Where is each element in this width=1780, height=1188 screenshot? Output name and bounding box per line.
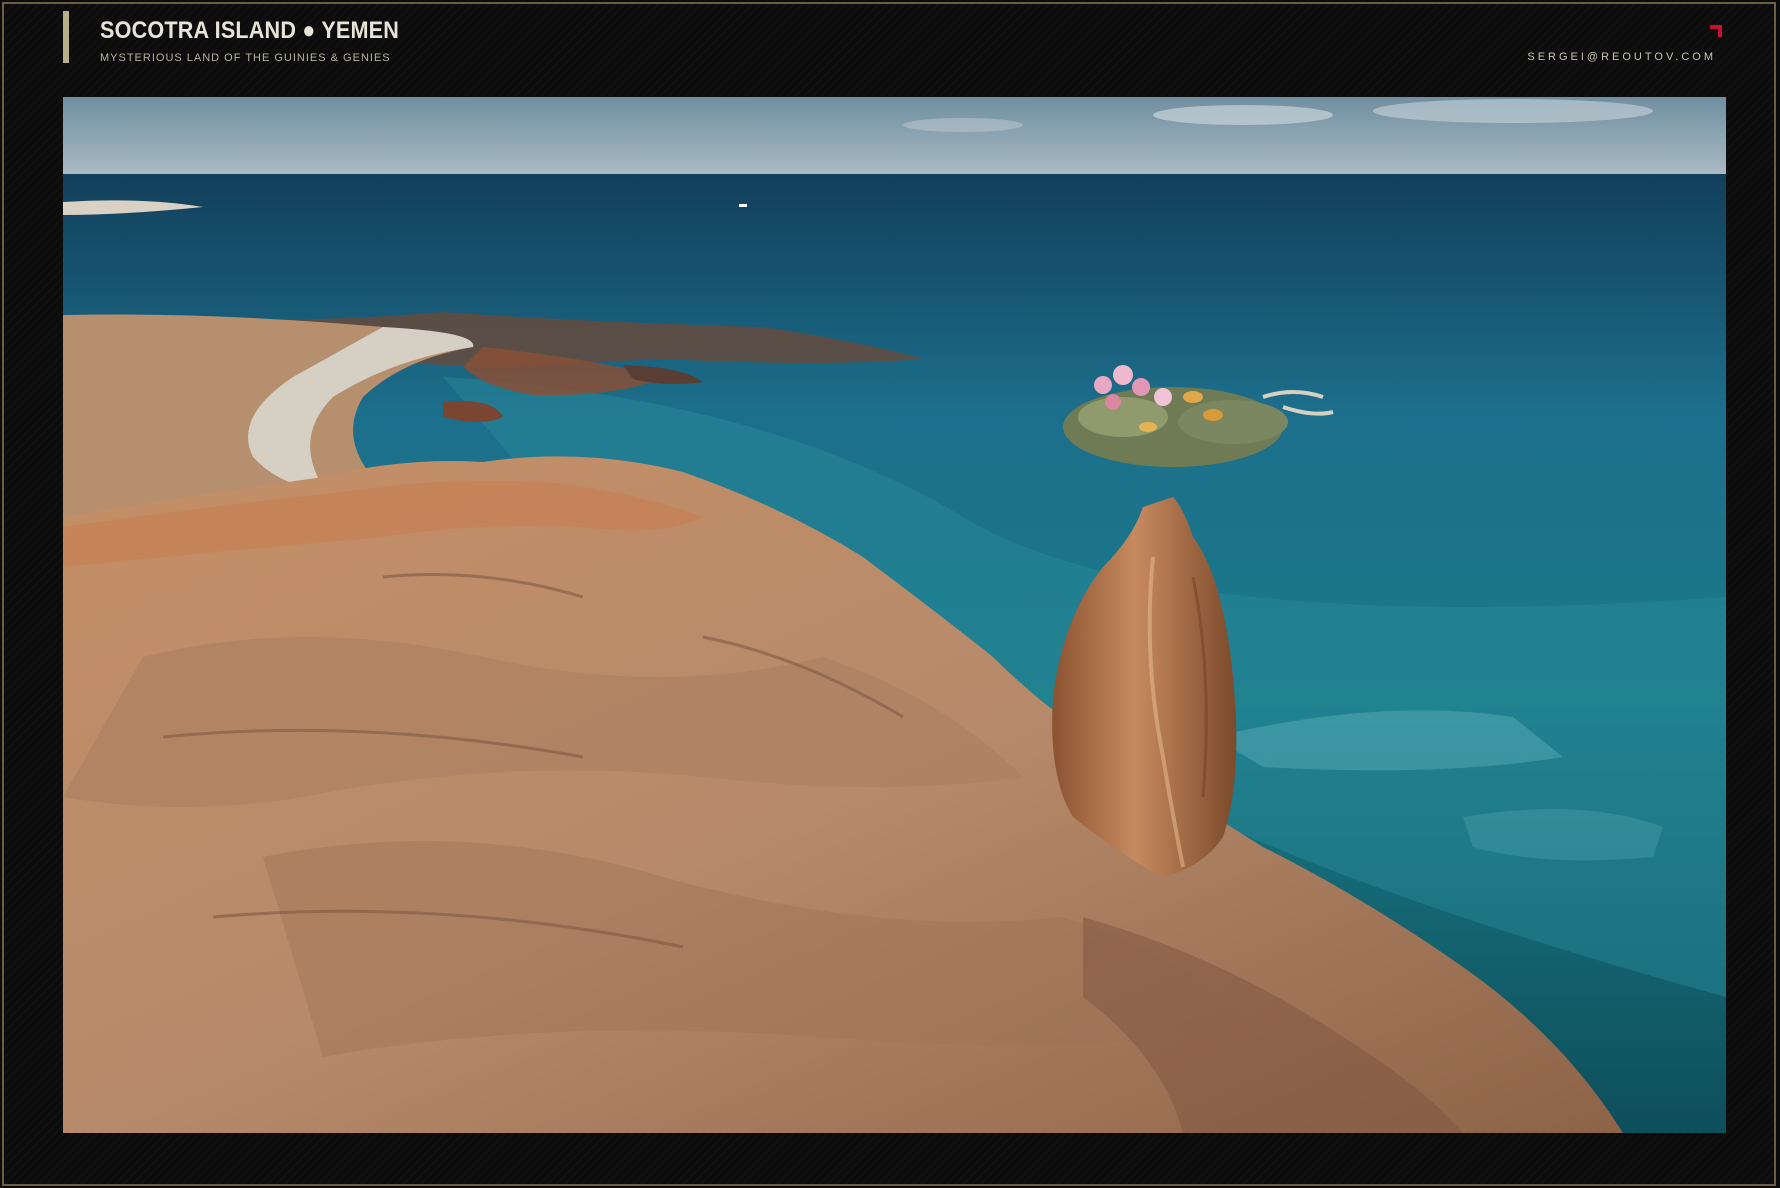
photo-frame: SOCOTRA ISLAND ● YEMEN MYSTERIOUS LAND O… bbox=[2, 2, 1776, 1186]
corner-mark-icon bbox=[1710, 25, 1722, 37]
page-subtitle: MYSTERIOUS LAND OF THE GUINIES & GENIES bbox=[100, 52, 391, 64]
contact-email[interactable]: SERGEI@REOUTOV.COM bbox=[1527, 51, 1716, 63]
photo-scene bbox=[63, 97, 1726, 1133]
landscape-photo bbox=[63, 97, 1726, 1133]
page-title: SOCOTRA ISLAND ● YEMEN bbox=[100, 17, 400, 44]
title-accent-bar bbox=[63, 11, 69, 63]
